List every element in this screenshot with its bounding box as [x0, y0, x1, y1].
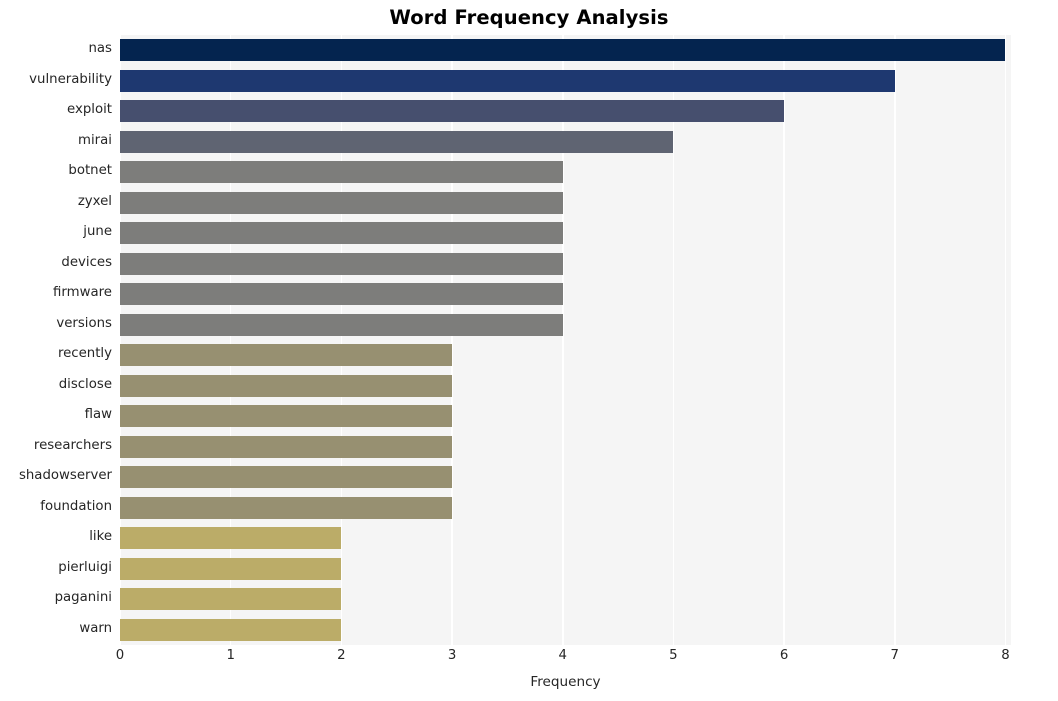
bar-row [120, 130, 1011, 153]
bars-container [120, 35, 1011, 645]
bar-row [120, 405, 1011, 428]
y-tick-label-vulnerability: vulnerability [29, 71, 112, 87]
bar-row [120, 222, 1011, 245]
x-tick-label-5: 5 [669, 648, 678, 663]
y-tick-label-firmware: firmware [53, 285, 112, 301]
y-tick-label-mirai: mirai [78, 132, 112, 148]
bar-shadowserver[interactable] [120, 466, 453, 489]
bar-warn[interactable] [120, 618, 342, 641]
bar-row [120, 69, 1011, 92]
bar-row [120, 588, 1011, 611]
word-frequency-chart-figure: Word Frequency Analysis nas vulnerability… [0, 0, 1058, 701]
y-tick-label-zyxel: zyxel [77, 193, 112, 209]
y-tick-label-like: like [89, 529, 112, 545]
bar-row [120, 618, 1011, 641]
bar-vulnerability[interactable] [120, 69, 895, 92]
bar-mirai[interactable] [120, 130, 674, 153]
bar-nas[interactable] [120, 39, 1006, 62]
bar-row [120, 252, 1011, 275]
bar-botnet[interactable] [120, 161, 563, 184]
bar-foundation[interactable] [120, 496, 453, 519]
bar-row [120, 39, 1011, 62]
x-tick-label-1: 1 [226, 648, 235, 663]
bar-devices[interactable] [120, 252, 563, 275]
y-tick-label-foundation: foundation [40, 498, 112, 514]
bar-row [120, 313, 1011, 336]
bar-like[interactable] [120, 527, 342, 550]
bar-versions[interactable] [120, 313, 563, 336]
bar-row [120, 374, 1011, 397]
y-tick-label-pierluigi: pierluigi [58, 559, 112, 575]
y-tick-label-recently: recently [57, 346, 112, 362]
bar-row [120, 435, 1011, 458]
y-tick-label-disclose: disclose [58, 376, 112, 392]
y-tick-label-devices: devices [61, 254, 112, 270]
x-tick-label-3: 3 [447, 648, 457, 663]
y-tick-label-warn: warn [79, 620, 112, 636]
y-tick-label-versions: versions [56, 315, 112, 331]
x-tick-label-4: 4 [558, 648, 567, 663]
x-axis-tick-labels: 0 1 2 3 4 5 6 7 8 [116, 648, 1011, 670]
bar-exploit[interactable] [120, 100, 785, 123]
bar-row [120, 283, 1011, 306]
x-tick-label-0: 0 [115, 648, 125, 663]
bar-researchers[interactable] [120, 435, 453, 458]
x-tick-label-7: 7 [890, 648, 900, 663]
bar-zyxel[interactable] [120, 191, 563, 214]
bar-paganini[interactable] [120, 588, 342, 611]
x-tick-label-2: 2 [337, 648, 346, 663]
chart-title: Word Frequency Analysis [389, 6, 669, 29]
x-tick-label-8: 8 [1001, 648, 1010, 663]
y-tick-label-nas: nas [88, 41, 112, 57]
y-tick-label-researchers: researchers [33, 437, 112, 453]
y-tick-label-shadowserver: shadowserver [18, 468, 112, 484]
bar-pierluigi[interactable] [120, 557, 342, 580]
y-tick-label-botnet: botnet [68, 163, 112, 179]
bar-june[interactable] [120, 222, 563, 245]
x-tick-label-6: 6 [779, 648, 789, 663]
bar-disclose[interactable] [120, 374, 453, 397]
y-tick-label-paganini: paganini [54, 590, 112, 606]
bar-row [120, 466, 1011, 489]
bar-row [120, 100, 1011, 123]
bar-row [120, 161, 1011, 184]
bar-row [120, 344, 1011, 367]
bar-flaw[interactable] [120, 405, 453, 428]
x-axis-title: Frequency [530, 674, 601, 690]
y-axis-tick-labels: nas vulnerability exploit mirai botnet zyxel j… [0, 35, 112, 645]
bar-row [120, 527, 1011, 550]
y-tick-label-june: june [83, 224, 112, 240]
bar-row [120, 557, 1011, 580]
y-tick-label-exploit: exploit [67, 102, 112, 118]
bar-row [120, 496, 1011, 519]
bar-row [120, 191, 1011, 214]
y-tick-label-flaw: flaw [84, 407, 112, 423]
bar-firmware[interactable] [120, 283, 563, 306]
bar-recently[interactable] [120, 344, 453, 367]
plot-area [120, 35, 1011, 645]
